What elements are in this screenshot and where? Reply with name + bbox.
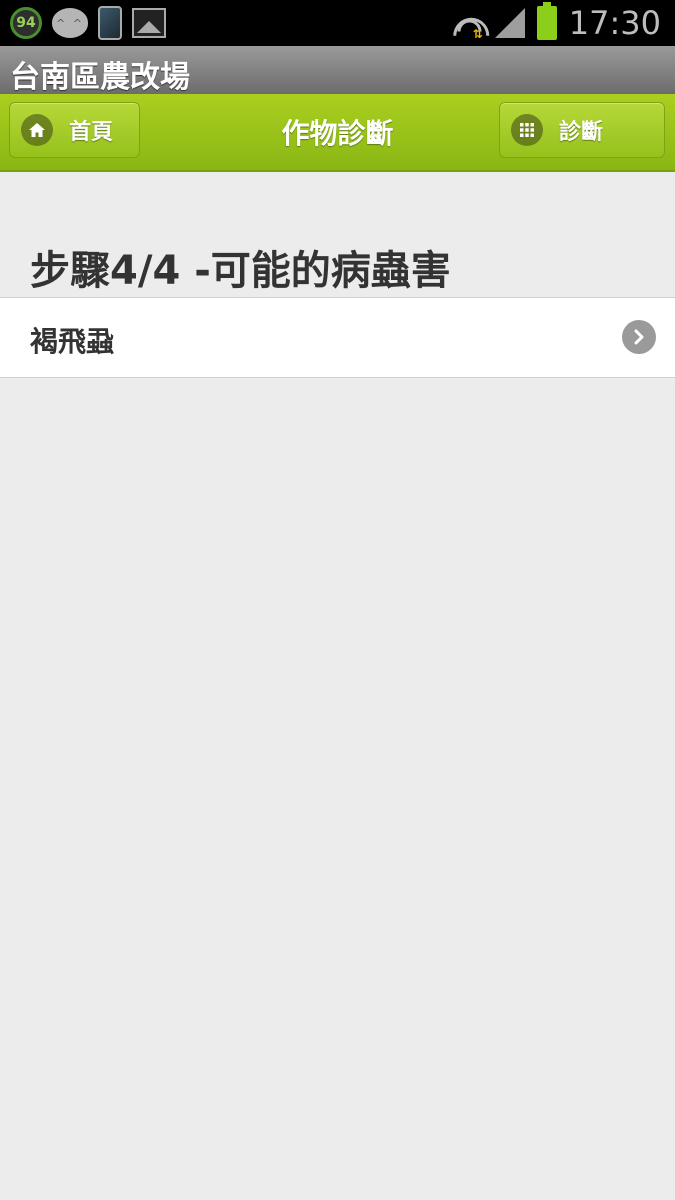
status-bar: 94 ^ ^ ⇅ 17:30 bbox=[0, 0, 675, 62]
result-list-item[interactable]: 褐飛蝨 bbox=[0, 297, 675, 378]
header-bar: 首頁 作物診斷 診斷 bbox=[0, 94, 675, 172]
notification-count-icon: 94 bbox=[10, 7, 42, 39]
list-item-label: 褐飛蝨 bbox=[30, 325, 115, 358]
app-title: 台南區農改場 bbox=[10, 60, 190, 95]
battery-icon bbox=[536, 2, 557, 40]
grid-icon bbox=[511, 114, 543, 146]
home-icon bbox=[21, 114, 53, 146]
diagnosis-button[interactable]: 診斷 bbox=[499, 102, 665, 158]
home-button[interactable]: 首頁 bbox=[9, 102, 140, 158]
phone-icon bbox=[98, 6, 122, 40]
diagnosis-button-label: 診斷 bbox=[559, 120, 604, 145]
chat-icon: ^ ^ bbox=[52, 8, 88, 38]
image-icon bbox=[132, 8, 166, 38]
clock: 17:30 bbox=[568, 4, 661, 42]
chevron-right-icon bbox=[622, 320, 656, 354]
step-heading: 步驟4/4 -可能的病蟲害 bbox=[30, 248, 451, 294]
app-title-bar: 台南區農改場 bbox=[0, 46, 675, 95]
wifi-icon: ⇅ bbox=[445, 7, 497, 62]
home-button-label: 首頁 bbox=[69, 120, 114, 145]
signal-icon bbox=[494, 8, 525, 38]
